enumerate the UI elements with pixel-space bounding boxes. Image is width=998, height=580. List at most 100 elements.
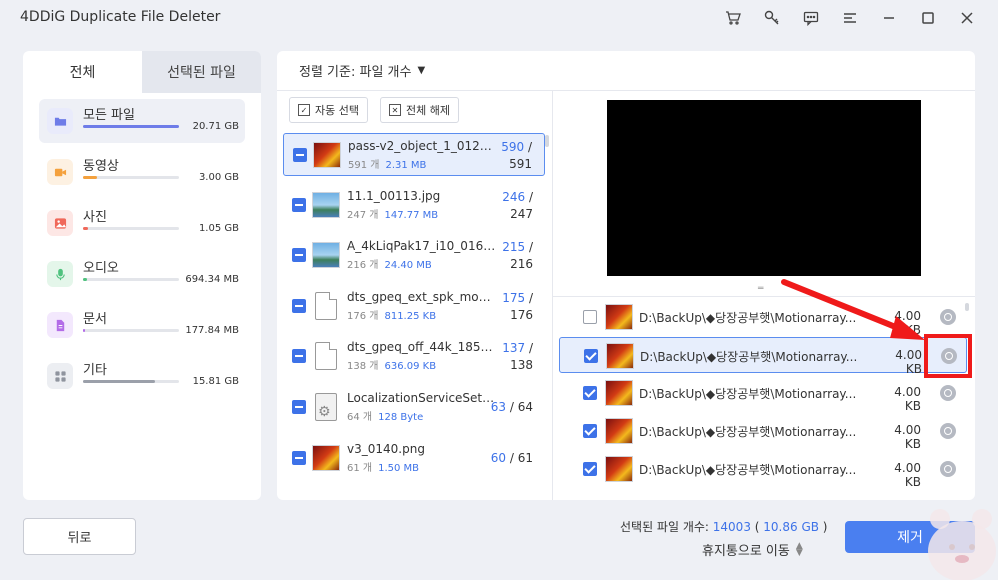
category-item[interactable]: 모든 파일 20.71 GB [39, 99, 245, 143]
duplicate-row[interactable]: D:\BackUp\◆당장공부햇\Motionarray... 4.00 KB [559, 375, 967, 413]
duplicate-row[interactable]: D:\BackUp\◆당장공부햇\Motionarray... 4.00 KB [559, 413, 967, 451]
group-checkbox[interactable] [292, 298, 306, 313]
back-button[interactable]: 뒤로 [23, 518, 136, 555]
group-checkbox[interactable] [292, 197, 306, 212]
group-checkbox[interactable] [292, 248, 306, 263]
close-icon[interactable] [947, 0, 986, 36]
file-meta: 138 개 636.09 KB [347, 361, 437, 373]
cart-icon[interactable] [713, 0, 752, 36]
file-meta: 247 개 147.77 MB [347, 209, 439, 221]
video-icon [47, 159, 73, 185]
file-meta: 176 개 811.25 KB [347, 310, 437, 322]
category-item[interactable]: 문서 177.84 MB [39, 303, 245, 347]
duplicate-row[interactable]: D:\BackUp\◆당장공부햇\Motionarray... 4.00 KB [559, 451, 967, 489]
group-checkbox[interactable] [293, 148, 307, 162]
auto-select-button[interactable]: ✓ 자동 선택 [289, 97, 368, 123]
duplicate-checkbox[interactable] [583, 424, 597, 438]
image-icon [47, 210, 73, 236]
search-icon[interactable] [940, 423, 956, 439]
maximize-icon[interactable] [908, 0, 947, 36]
document-icon [47, 312, 73, 338]
menu-icon[interactable] [830, 0, 869, 36]
file-group-row[interactable]: LocalizationServiceSetti... 64 개128 Byte 6… [283, 386, 545, 429]
scrollbar[interactable] [965, 303, 969, 311]
image-thumbnail [606, 343, 634, 369]
mascot-watermark-icon [928, 509, 996, 580]
summary-close: ) [818, 520, 828, 534]
file-icon [315, 291, 337, 320]
duplicate-checkbox[interactable] [584, 349, 598, 363]
selection-summary: 선택된 파일 개수: 14003 ( 10.86 GB ) [620, 518, 827, 535]
category-size: 20.71 GB [192, 121, 239, 132]
tab-selected-files[interactable]: 선택된 파일 [142, 51, 261, 93]
title-bar: 4DDiG Duplicate File Deleter [0, 0, 998, 36]
delete-mode-label: 휴지통으로 이동 [702, 544, 790, 559]
duplicate-path: D:\BackUp\◆당장공부햇\Motionarray... [640, 350, 858, 364]
scrollbar[interactable] [545, 135, 549, 147]
selection-count: 175 /176 [502, 290, 533, 322]
category-progress [83, 176, 179, 179]
category-item[interactable]: 동영상 3.00 GB [39, 150, 245, 194]
duplicate-checkbox[interactable] [583, 310, 597, 324]
category-progress [83, 329, 179, 332]
search-icon[interactable] [940, 385, 956, 401]
group-checkbox[interactable] [292, 450, 306, 465]
file-group-row[interactable]: dts_gpeq_ext_spk_mod... 176 개 811.25 KB 175… [283, 285, 545, 328]
delete-mode-select[interactable]: 휴지통으로 이동 ▲ ▼ [702, 540, 803, 559]
tab-all[interactable]: 전체 [23, 51, 142, 93]
deselect-all-button[interactable]: ✕ 전체 해제 [380, 97, 459, 123]
category-size: 1.05 GB [198, 223, 239, 234]
category-name: 문서 [83, 312, 107, 327]
duplicate-size: 4.00 KB [895, 348, 922, 376]
selection-count: 60 / 61 [490, 450, 533, 465]
file-group-row[interactable]: dts_gpeq_off_44k_1854... 138 개 636.09 KB 13… [283, 335, 545, 378]
category-size: 3.00 GB [198, 172, 239, 183]
duplicate-checkbox[interactable] [583, 386, 597, 400]
file-name: A_4kLiqPak17_i10_0160... [347, 239, 497, 254]
image-thumbnail [605, 418, 633, 444]
file-group-list: pass-v2_object_1_0120.... 591 개 2.31 MB 590… [283, 133, 545, 487]
file-meta: 61 개 1.50 MB [347, 462, 420, 474]
duplicate-path: D:\BackUp\◆당장공부햇\Motionarray... [639, 425, 857, 439]
file-group-row[interactable]: A_4kLiqPak17_i10_0160... 216 개 24.40 MB 215… [283, 234, 545, 277]
category-item[interactable]: 기타 15.81 GB [39, 354, 245, 398]
tab-bar: 전체 선택된 파일 [23, 51, 261, 93]
resize-handle-icon[interactable]: ═ [758, 285, 770, 294]
minimize-icon[interactable] [869, 0, 908, 36]
file-group-row[interactable]: 11.1_00113.jpg 247 개 147.77 MB 246 /247 [283, 184, 545, 227]
divider [277, 90, 975, 91]
file-group-row[interactable]: v3_0140.png 61 개 1.50 MB 60 / 61 [283, 437, 545, 480]
search-icon[interactable] [940, 309, 956, 325]
category-size: 694.34 MB [185, 274, 239, 285]
search-icon[interactable] [940, 461, 956, 477]
category-item[interactable]: 오디오 694.34 MB [39, 252, 245, 296]
duplicate-checkbox[interactable] [583, 462, 597, 476]
caret-down-icon: ▼ [417, 65, 426, 76]
summary-prefix: 선택된 파일 개수: [620, 520, 713, 534]
file-icon [315, 342, 337, 371]
file-name: v3_0140.png [347, 441, 425, 456]
feedback-icon[interactable] [791, 0, 830, 36]
group-checkbox[interactable] [292, 349, 306, 364]
category-panel: 전체 선택된 파일 모든 파일 20.71 GB 동영상 3.00 GB 사진 1.05 … [23, 51, 261, 500]
selection-count: 215 /216 [502, 240, 533, 272]
group-checkbox[interactable] [292, 399, 306, 414]
microphone-icon [47, 261, 73, 287]
file-name: pass-v2_object_1_0120.... [348, 139, 498, 153]
category-progress [83, 380, 179, 383]
category-name: 모든 파일 [83, 108, 135, 123]
deselect-all-label: 전체 해제 [406, 104, 450, 117]
key-icon[interactable] [752, 0, 791, 36]
annotation-arrow-icon [781, 279, 925, 340]
folder-icon [47, 108, 73, 134]
category-size: 15.81 GB [192, 376, 239, 387]
image-thumbnail [605, 456, 633, 482]
file-meta: 216 개 24.40 MB [347, 260, 432, 272]
selection-count: 63 / 64 [490, 399, 533, 414]
sort-dropdown[interactable]: 정렬 기준: 파일 개수 ▼ [299, 61, 425, 80]
file-meta: 64 개 128 Byte [347, 411, 424, 423]
file-group-row[interactable]: pass-v2_object_1_0120.... 591 개 2.31 MB 590… [283, 133, 545, 176]
category-item[interactable]: 사진 1.05 GB [39, 201, 245, 245]
category-name: 기타 [83, 363, 107, 378]
summary-open: ( [750, 520, 764, 534]
